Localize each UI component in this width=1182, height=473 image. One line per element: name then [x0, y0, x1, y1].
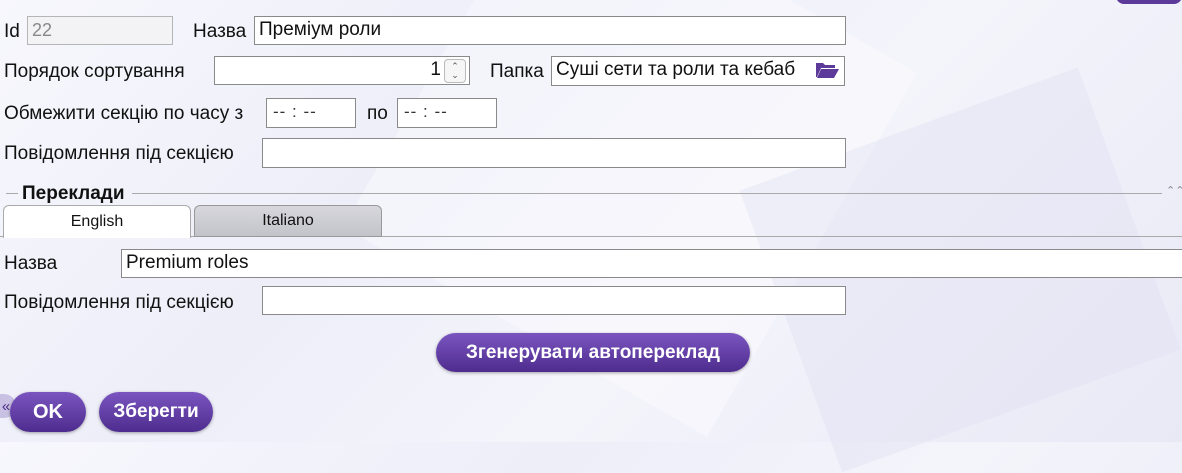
time-to-input[interactable]: -- : -- [397, 98, 497, 128]
translations-title: Переклади [22, 183, 125, 204]
id-label: Id [4, 21, 20, 42]
section-divider [132, 193, 1162, 194]
folder-label: Папка [490, 61, 544, 82]
time-to-label: по [367, 103, 388, 124]
time-limit-label: Обмежити секцію по часу з [4, 103, 244, 124]
section-message-label: Повідомлення під секцією [4, 143, 234, 164]
section-divider [6, 193, 18, 194]
generate-translation-button[interactable]: Згенерувати автопереклад [436, 333, 750, 372]
folder-open-icon[interactable] [814, 59, 840, 85]
tab-english[interactable]: English [3, 205, 191, 238]
save-button[interactable]: Зберегти [99, 392, 213, 432]
sort-order-label: Порядок сортування [4, 61, 185, 82]
sort-order-value: 1 [430, 59, 441, 80]
id-field: 22 [27, 16, 173, 45]
collapse-up-icon[interactable]: ⌃⌃ [1166, 184, 1182, 197]
folder-value: Суші сети та роли та кебаб [556, 59, 796, 80]
name-label: Назва [193, 21, 247, 42]
spinner-arrows-icon[interactable]: ⌃ ⌄ [444, 59, 466, 83]
translation-message-label: Повідомлення під секцією [4, 292, 234, 313]
sort-order-field[interactable]: 1 ⌃ ⌄ [214, 56, 470, 85]
tab-italiano[interactable]: Italiano [194, 205, 382, 237]
top-accent-tab [1116, 0, 1182, 4]
ok-button[interactable]: OK [10, 392, 86, 432]
translation-message-field[interactable] [262, 286, 846, 315]
folder-field[interactable]: Суші сети та роли та кебаб [551, 56, 845, 86]
section-message-field[interactable] [262, 138, 846, 168]
time-from-input[interactable]: -- : -- [266, 98, 356, 128]
name-field[interactable]: Преміум роли [254, 16, 846, 45]
translation-name-label: Назва [4, 253, 58, 274]
translation-name-field[interactable]: Premium roles [121, 249, 1182, 278]
